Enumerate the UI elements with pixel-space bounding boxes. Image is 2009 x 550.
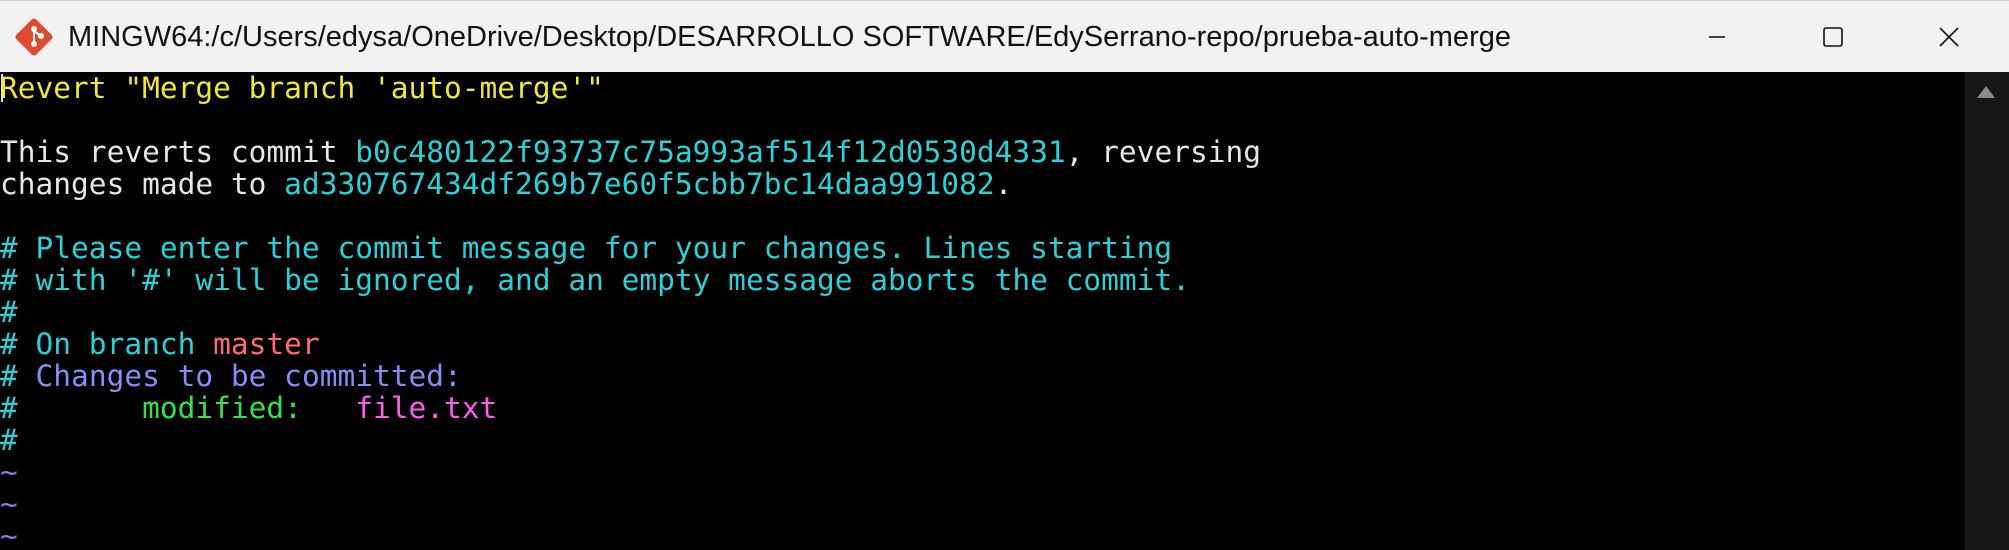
revert-commit-line: This reverts commit b0c480122f93737c75a9… xyxy=(0,136,1261,168)
reverted-commit-hash: b0c480122f93737c75a993af514f12d0530d4331 xyxy=(355,135,1066,169)
close-icon xyxy=(1939,27,1959,47)
modified-file-line: # modified: file.txt xyxy=(0,392,497,424)
modified-hash: # xyxy=(0,391,18,425)
comment-line-end: # xyxy=(0,423,18,457)
maximize-button[interactable] xyxy=(1775,1,1891,73)
branch-line: # On branch master xyxy=(0,328,320,360)
minimize-button[interactable] xyxy=(1659,1,1775,73)
empty-line-tilde: ~ xyxy=(0,487,18,521)
revert-prefix: This reverts commit xyxy=(0,135,356,169)
title-bar[interactable]: MINGW64:/c/Users/edysa/OneDrive/Desktop/… xyxy=(0,0,2009,72)
minimize-icon xyxy=(1709,36,1725,38)
changes-header-line: # Changes to be committed: xyxy=(0,360,462,392)
revert-suffix: , reversing xyxy=(1065,135,1262,169)
empty-line-tilde: ~ xyxy=(0,519,18,550)
vertical-scrollbar[interactable] xyxy=(1965,72,2009,550)
window-title: MINGW64:/c/Users/edysa/OneDrive/Desktop/… xyxy=(68,21,1511,53)
changes-hash: # xyxy=(0,359,36,393)
comment-line-empty: # xyxy=(0,295,18,329)
commit-subject-line: Revert "Merge branch 'auto-merge'" xyxy=(0,72,604,105)
branch-name: master xyxy=(213,327,320,361)
empty-line-tilde: ~ xyxy=(0,455,18,489)
changes-prefix: changes made to xyxy=(0,167,285,201)
changes-header-text: Changes to be committed: xyxy=(35,359,462,393)
scroll-up-arrow-icon[interactable] xyxy=(1977,86,1995,98)
git-bash-icon xyxy=(15,18,53,56)
parent-commit-hash: ad330767434df269b7e60f5cbb7bc14daa991082 xyxy=(284,167,995,201)
maximize-icon xyxy=(1823,27,1843,47)
changes-suffix: . xyxy=(994,167,1013,201)
terminal-text-area[interactable]: Revert "Merge branch 'auto-merge'" This … xyxy=(0,72,1965,550)
changes-made-line: changes made to ad330767434df269b7e60f5c… xyxy=(0,168,1012,200)
terminal-window: MINGW64:/c/Users/edysa/OneDrive/Desktop/… xyxy=(0,0,2009,550)
modified-file-name: file.txt xyxy=(355,391,498,425)
modified-status: modified: xyxy=(17,391,356,425)
close-button[interactable] xyxy=(1891,1,2007,73)
comment-line-instructions: # Please enter the commit message for yo… xyxy=(0,231,1173,265)
branch-prefix: # On branch xyxy=(0,327,214,361)
comment-line-ignored: # with '#' will be ignored, and an empty… xyxy=(0,263,1190,297)
